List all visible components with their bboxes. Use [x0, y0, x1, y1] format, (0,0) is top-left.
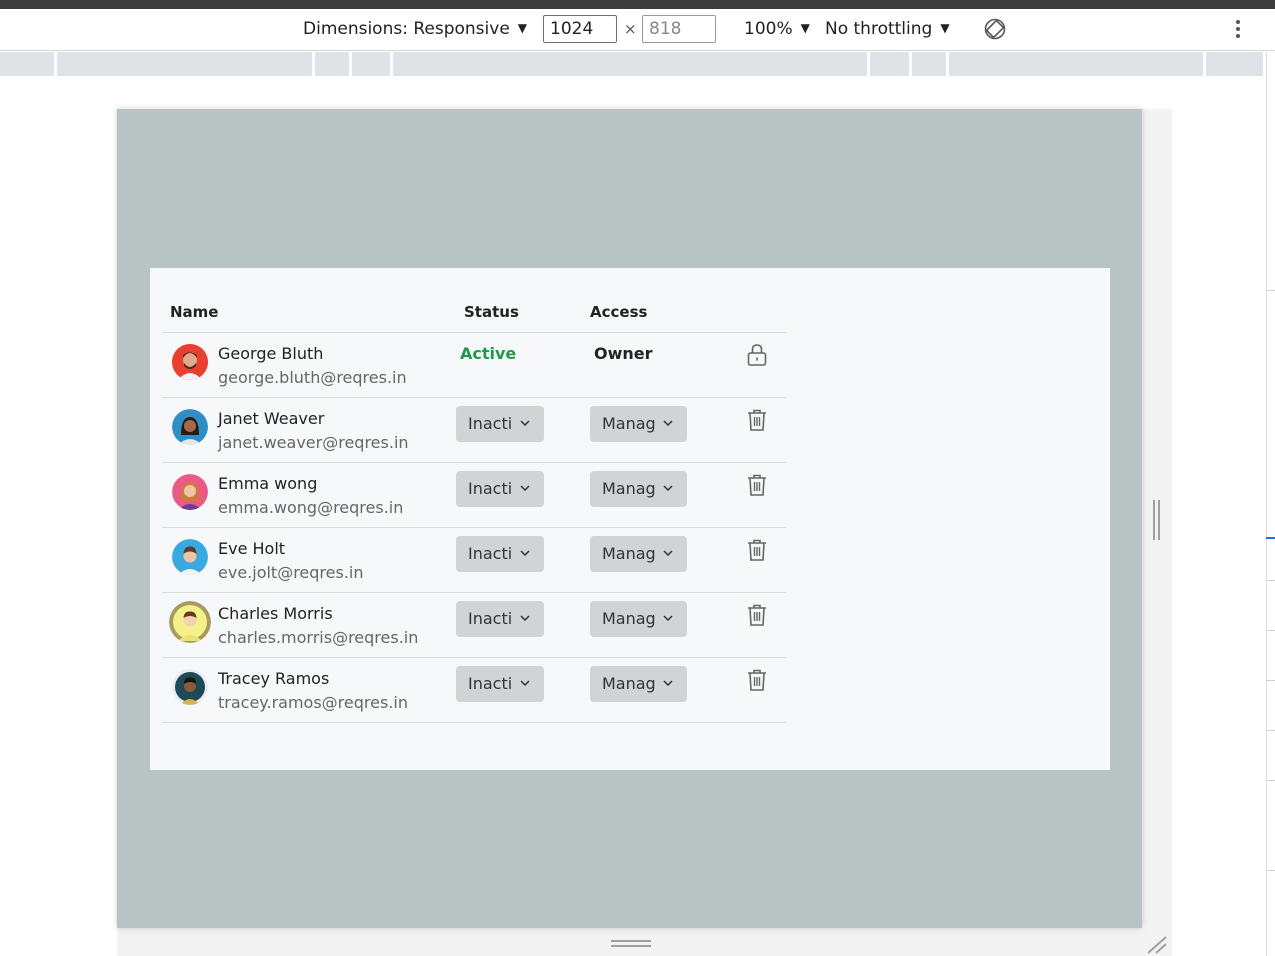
access-dropdown[interactable]: Manag — [590, 471, 687, 507]
dimensions-dropdown[interactable]: Dimensions: Responsive ▼ — [303, 19, 527, 39]
access-dropdown[interactable]: Manag — [590, 601, 687, 637]
user-email: emma.wong@reqres.in — [218, 498, 404, 517]
panel-divider — [1266, 870, 1275, 871]
panel-divider — [1266, 630, 1275, 631]
avatar — [172, 474, 208, 510]
user-name: Eve Holt — [218, 539, 286, 558]
chevron-down-icon — [663, 420, 673, 426]
media-query-segment[interactable] — [393, 52, 867, 76]
chevron-down-icon — [520, 420, 530, 426]
avatar — [169, 601, 211, 643]
panel-divider — [1266, 580, 1275, 581]
access-dropdown[interactable]: Manag — [590, 536, 687, 572]
table-row: George Bluth george.bluth@reqres.in Acti… — [162, 332, 786, 397]
media-query-bar — [0, 52, 1265, 76]
panel-divider — [1266, 780, 1275, 781]
trash-icon[interactable] — [746, 603, 768, 627]
table-row: Tracey Ramos tracey.ramos@reqres.in Inac… — [162, 657, 786, 723]
avatar — [172, 669, 208, 705]
status-dropdown[interactable]: Inacti — [456, 666, 544, 702]
user-email: janet.weaver@reqres.in — [218, 433, 409, 452]
chevron-down-icon — [663, 550, 673, 556]
table-row: Eve Holt eve.jolt@reqres.in Inacti Manag — [162, 527, 786, 592]
panel-divider — [1266, 730, 1275, 731]
media-query-segment[interactable] — [0, 52, 54, 76]
access-dropdown[interactable]: Manag — [590, 666, 687, 702]
status-badge: Active — [460, 344, 517, 363]
more-vert-icon[interactable] — [1230, 20, 1246, 42]
chevron-down-icon — [520, 680, 530, 686]
throttling-dropdown[interactable]: No throttling ▼ — [825, 19, 950, 39]
trash-icon[interactable] — [746, 473, 768, 497]
user-name: Tracey Ramos — [218, 669, 330, 688]
access-label: Owner — [594, 344, 653, 363]
device-toolbar: Dimensions: Responsive ▼ 1024 × 818 100% ▼… — [0, 9, 1275, 51]
trash-icon[interactable] — [746, 668, 768, 692]
media-query-segment[interactable] — [912, 52, 946, 76]
lock-icon[interactable] — [746, 343, 768, 367]
corner-resize-icon[interactable] — [1146, 934, 1168, 954]
chevron-down-icon — [663, 615, 673, 621]
status-dropdown[interactable]: Inacti — [456, 471, 544, 507]
devtools-panel-edge — [1266, 52, 1275, 956]
user-name: Janet Weaver — [218, 409, 325, 428]
height-input[interactable]: 818 — [642, 15, 716, 43]
chevron-down-icon — [663, 485, 673, 491]
user-name: Emma wong — [218, 474, 318, 493]
times-sign: × — [624, 20, 637, 38]
media-query-segment[interactable] — [315, 52, 349, 76]
media-query-segment[interactable] — [870, 52, 909, 76]
window-top-bar — [0, 0, 1275, 9]
media-query-segment[interactable] — [949, 52, 1203, 76]
access-dropdown[interactable]: Manag — [590, 406, 687, 442]
dropdown-arrow-icon: ▼ — [800, 21, 810, 35]
media-query-segment[interactable] — [1206, 52, 1263, 76]
panel-divider — [1266, 680, 1275, 681]
table-row: Janet Weaver janet.weaver@reqres.in Inac… — [162, 397, 786, 462]
chevron-down-icon — [520, 485, 530, 491]
vertical-resize-handle[interactable] — [611, 940, 651, 948]
status-dropdown[interactable]: Inacti — [456, 406, 544, 442]
user-email: charles.morris@reqres.in — [218, 628, 419, 647]
user-email: eve.jolt@reqres.in — [218, 563, 364, 582]
user-name: Charles Morris — [218, 604, 333, 623]
column-header-access: Access — [590, 303, 648, 321]
avatar — [172, 344, 208, 380]
panel-divider — [1266, 537, 1275, 539]
chevron-down-icon — [663, 680, 673, 686]
rotate-icon[interactable] — [983, 17, 1007, 41]
panel-divider — [1266, 290, 1275, 291]
status-dropdown[interactable]: Inacti — [456, 536, 544, 572]
zoom-dropdown[interactable]: 100% ▼ — [744, 19, 810, 39]
status-dropdown[interactable]: Inacti — [456, 601, 544, 637]
media-query-segment[interactable] — [352, 52, 390, 76]
horizontal-resize-handle[interactable] — [1152, 500, 1162, 540]
column-header-status: Status — [464, 303, 519, 321]
table-row: Emma wong emma.wong@reqres.in Inacti Man… — [162, 462, 786, 527]
user-name: George Bluth — [218, 344, 324, 363]
dropdown-arrow-icon: ▼ — [517, 21, 528, 35]
avatar — [172, 539, 208, 575]
user-email: tracey.ramos@reqres.in — [218, 693, 408, 712]
dropdown-arrow-icon: ▼ — [940, 21, 950, 35]
trash-icon[interactable] — [746, 408, 768, 432]
user-email: george.bluth@reqres.in — [218, 368, 407, 387]
chevron-down-icon — [520, 615, 530, 621]
table-row: Charles Morris charles.morris@reqres.in … — [162, 592, 786, 657]
media-query-segment[interactable] — [57, 52, 312, 76]
chevron-down-icon — [520, 550, 530, 556]
users-card: Name Status Access George Bluth george.b… — [150, 268, 1110, 770]
column-header-name: Name — [170, 303, 219, 321]
trash-icon[interactable] — [746, 538, 768, 562]
avatar — [172, 409, 208, 445]
width-input[interactable]: 1024 — [543, 15, 617, 43]
